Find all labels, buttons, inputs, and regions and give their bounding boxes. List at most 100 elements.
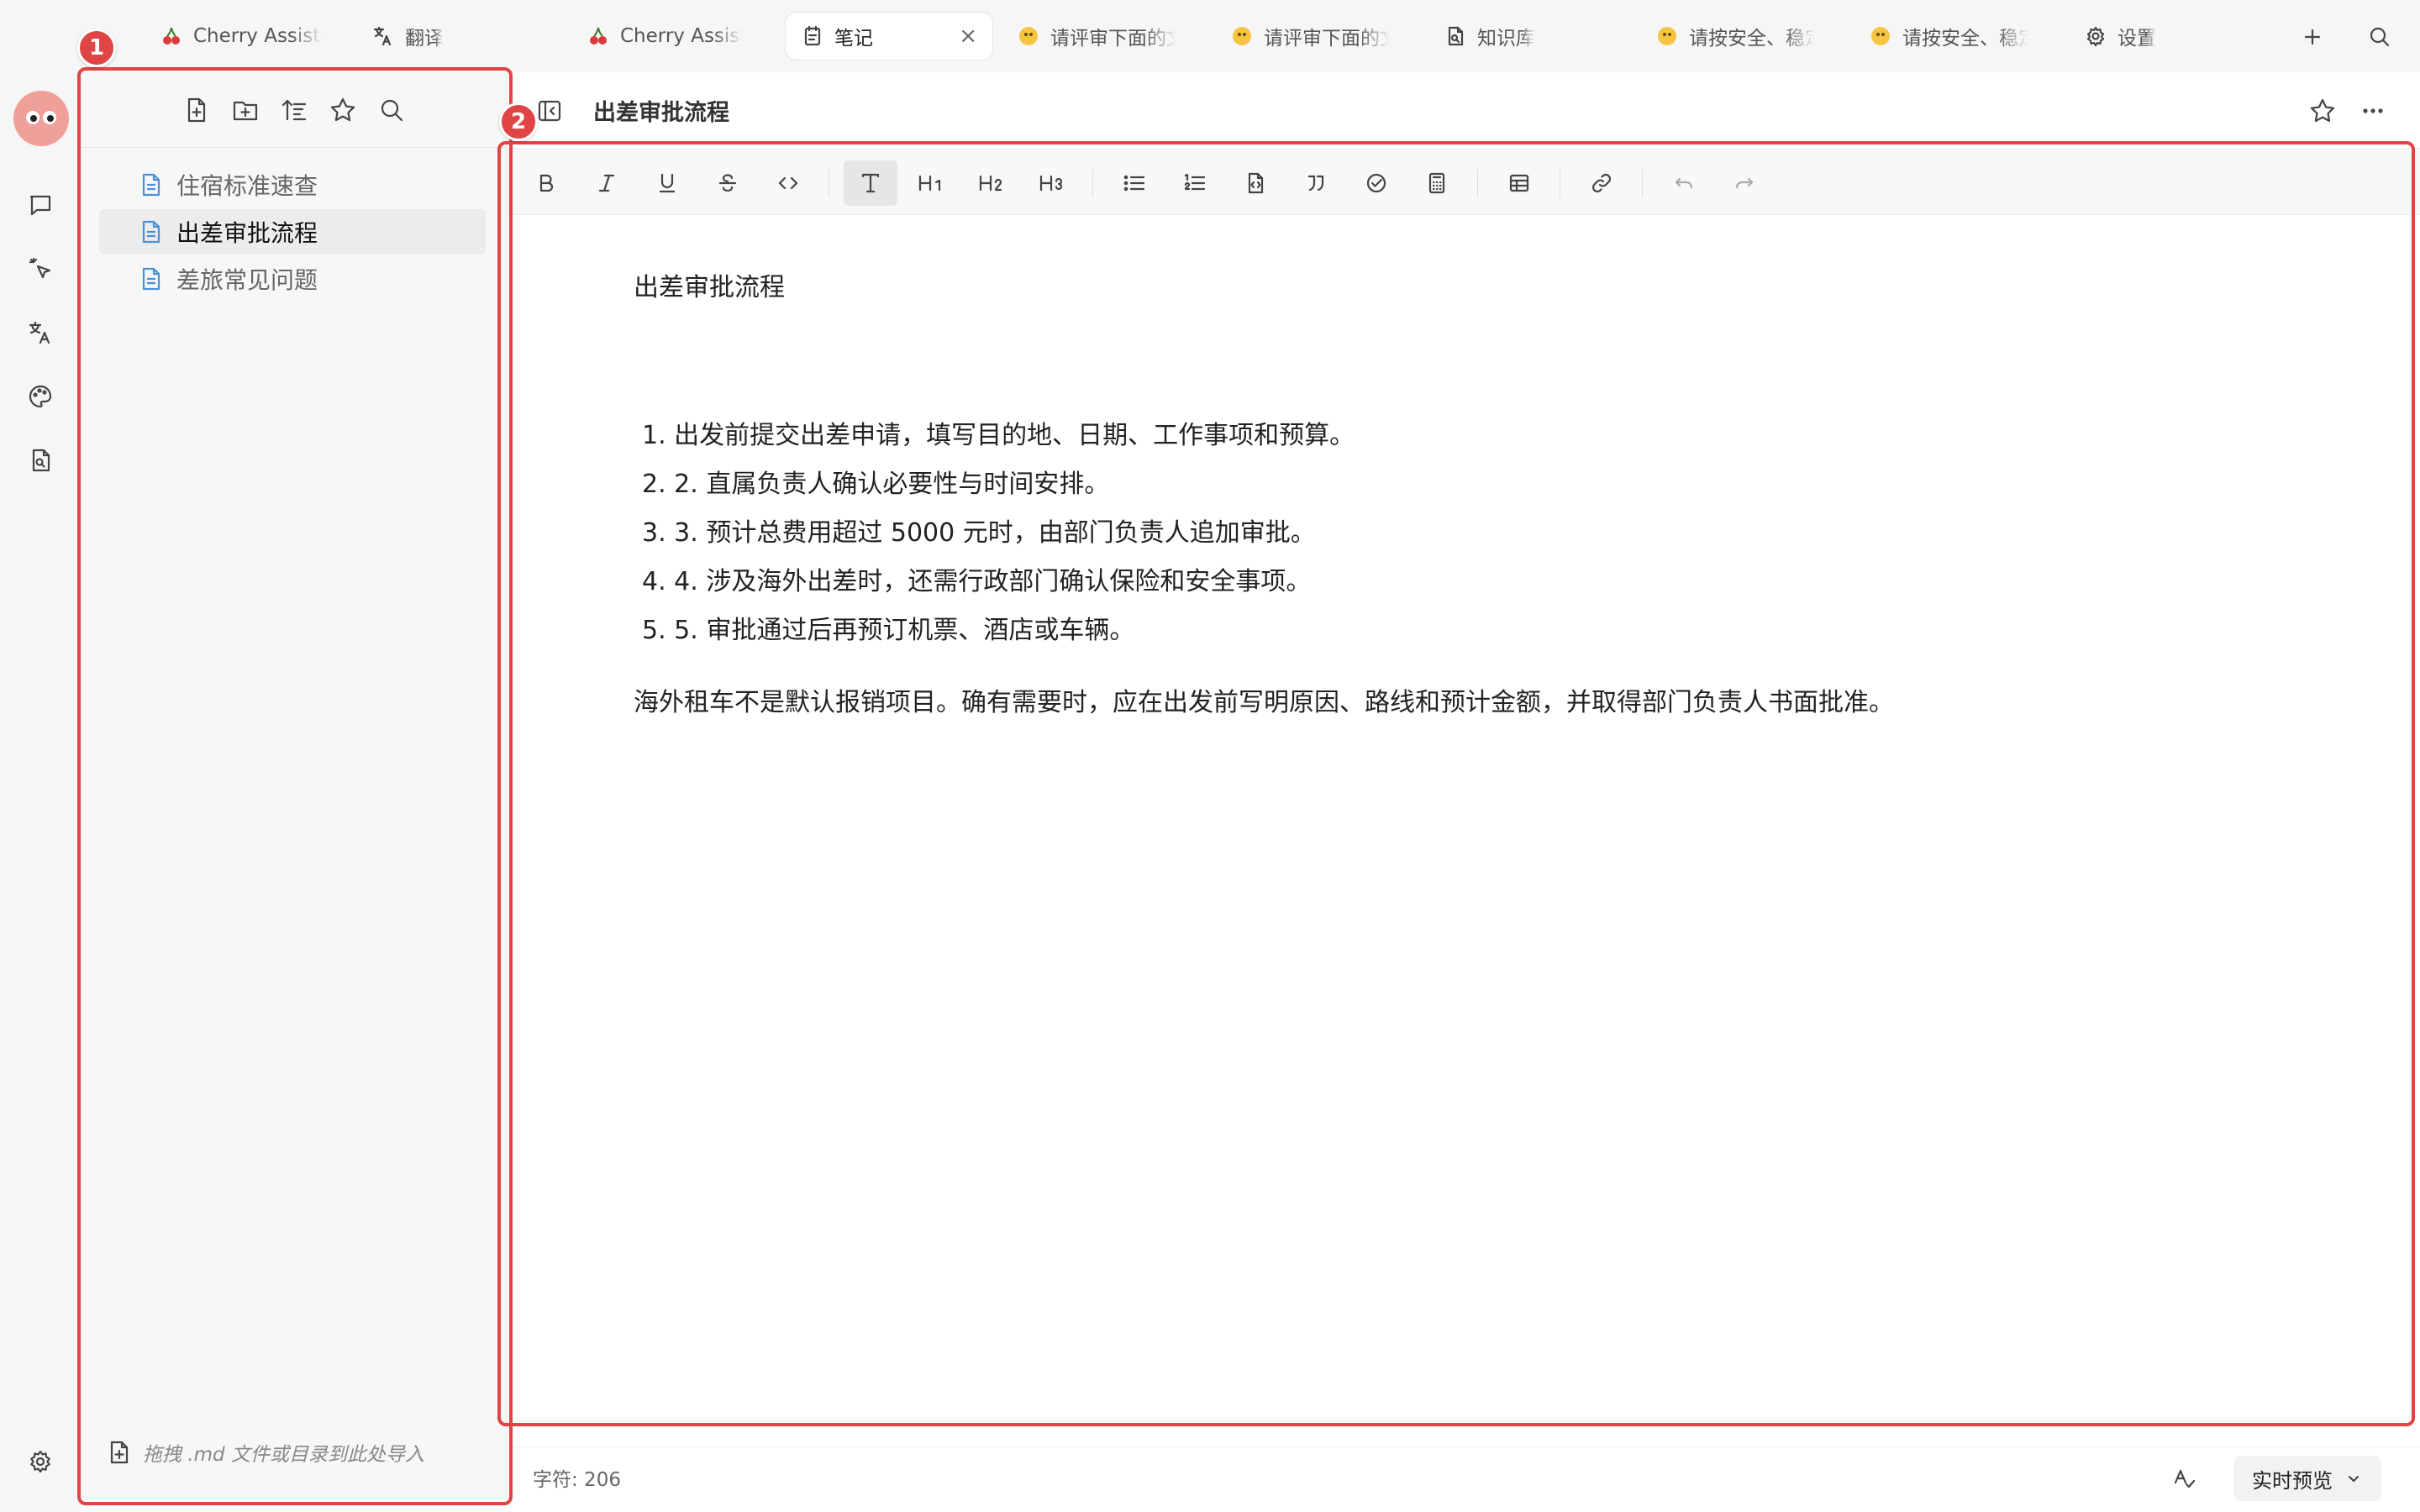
table-button[interactable] xyxy=(1492,160,1546,206)
bullet-list-button[interactable] xyxy=(1107,160,1161,206)
quote-icon xyxy=(1307,175,1324,192)
preview-mode-select[interactable]: 实时预览 xyxy=(2233,1456,2381,1501)
notes-icon xyxy=(801,24,824,48)
tab-label: Cherry Assistant xyxy=(620,25,743,47)
code-block-button[interactable] xyxy=(1228,160,1282,206)
avatar-face-icon xyxy=(26,111,56,124)
strikethrough-button[interactable] xyxy=(701,160,755,206)
chat-icon xyxy=(29,195,51,216)
list-item: 1. 出发前提交出差申请，填写目的地、日期、工作事项和预算。 xyxy=(634,412,2314,460)
tab-label: 请按安全、稳定 xyxy=(1689,28,1815,50)
tab-label: 笔记 xyxy=(834,28,873,50)
annotation-badge-1: 1 xyxy=(77,29,116,67)
document-icon xyxy=(141,173,163,197)
check-circle-icon xyxy=(1366,173,1386,193)
import-drop-zone[interactable]: 拖拽 .md 文件或目录到此处导入 xyxy=(81,1438,507,1467)
underline-button[interactable] xyxy=(640,160,694,206)
more-options-button[interactable] xyxy=(2354,92,2391,129)
tab-settings[interactable]: 设置 xyxy=(2069,12,2186,60)
tab-safety-2[interactable]: 请按安全、稳定 xyxy=(1854,12,2044,60)
note-header: 出差审批流程 xyxy=(508,72,2420,148)
sort-icon xyxy=(281,99,306,120)
heading-1-button[interactable] xyxy=(904,160,958,206)
new-folder-button[interactable] xyxy=(229,94,261,126)
list-item: 2. 2. 直属负责人确认必要性与时间安排。 xyxy=(634,460,2314,509)
cherry-icon xyxy=(587,24,610,48)
task-list-button[interactable] xyxy=(1349,160,1403,206)
global-search-button[interactable] xyxy=(2363,20,2396,54)
spellcheck-button[interactable] xyxy=(2166,1461,2203,1498)
import-hint: 拖拽 .md 文件或目录到此处导入 xyxy=(143,1444,424,1466)
new-tab-button[interactable] xyxy=(2296,20,2329,54)
heading-3-button[interactable] xyxy=(1025,160,1079,206)
knowledge-icon xyxy=(1444,24,1467,48)
tab-safety-1[interactable]: 请按安全、稳定 xyxy=(1640,12,1830,60)
list-item: 4. 4. 涉及海外出差时，还需行政部门确认保险和安全事项。 xyxy=(634,558,2314,606)
editor-content[interactable]: 出差审批流程 1. 出发前提交出差申请，填写目的地、日期、工作事项和预算。 2.… xyxy=(634,264,2314,727)
heading-2-button[interactable] xyxy=(965,160,1018,206)
translate-icon xyxy=(29,321,50,344)
plus-icon xyxy=(2304,29,2321,45)
heading-3-icon xyxy=(1039,175,1062,192)
gear-icon xyxy=(30,1450,50,1473)
gear-icon xyxy=(2084,24,2107,48)
tab-notes[interactable]: 笔记 × xyxy=(785,12,993,60)
status-bar: 字符: 206 实时预览 xyxy=(508,1446,2420,1507)
undo-button[interactable] xyxy=(1657,160,1711,206)
file-item-travel-approval[interactable]: 出差审批流程 xyxy=(99,209,486,255)
file-item-lodging-standards[interactable]: 住宿标准速查 xyxy=(99,162,486,207)
rail-translate-button[interactable] xyxy=(22,314,59,351)
sidebar-search-button[interactable] xyxy=(376,94,408,126)
blockquote-button[interactable] xyxy=(1289,160,1343,206)
link-button[interactable] xyxy=(1575,160,1628,206)
notes-sidebar: 住宿标准速查 出差审批流程 差旅常见问题 拖拽 .md 文件或目录到此处导入 xyxy=(81,72,508,1500)
tab-close-button[interactable]: × xyxy=(942,24,977,49)
calculator-icon xyxy=(1428,172,1445,194)
paragraph-button[interactable] xyxy=(844,160,897,206)
rail-settings-button[interactable] xyxy=(22,1443,59,1480)
tab-review-doc-1[interactable]: 请评审下面的文档 xyxy=(1002,12,1192,60)
table-icon xyxy=(1509,174,1529,192)
document-paragraph: 海外租车不是默认报销项目。确有需要时，应在出发前写明原因、路线和预计金额，并取得… xyxy=(634,688,1894,717)
document-icon xyxy=(141,220,163,244)
editor-toolbar xyxy=(508,148,2420,215)
rail-paint-button[interactable] xyxy=(22,378,59,415)
search-icon xyxy=(2370,27,2390,47)
file-label: 差旅常见问题 xyxy=(176,266,318,294)
chevron-down-icon xyxy=(2348,1475,2360,1483)
app-rail xyxy=(0,72,81,1512)
favorite-note-button[interactable] xyxy=(2304,92,2341,129)
ordered-list-button[interactable] xyxy=(1168,160,1222,206)
new-note-button[interactable] xyxy=(181,94,213,126)
tab-review-doc-2[interactable]: 请评审下面的文档 xyxy=(1215,12,1405,60)
bold-button[interactable] xyxy=(519,160,573,206)
list-text: 出发前提交出差申请，填写目的地、日期、工作事项和预算。 xyxy=(674,421,1355,450)
rail-chat-button[interactable] xyxy=(22,186,59,223)
toolbar-divider xyxy=(1477,169,1478,197)
document-icon xyxy=(141,267,163,291)
link-icon xyxy=(1591,173,1612,193)
math-button[interactable] xyxy=(1410,160,1464,206)
list-text: 4. 涉及海外出差时，还需行政部门确认保险和安全事项。 xyxy=(674,567,1312,596)
avatar[interactable] xyxy=(13,91,69,146)
note-title: 出差审批流程 xyxy=(593,100,729,126)
star-icon xyxy=(330,97,355,121)
tab-knowledge-base[interactable]: 知识库 xyxy=(1428,12,1588,60)
redo-button[interactable] xyxy=(1718,160,1771,206)
sort-button[interactable] xyxy=(278,94,310,126)
more-icon xyxy=(2363,108,2383,113)
rail-agents-button[interactable] xyxy=(22,250,59,287)
sidebar-collapse-icon xyxy=(538,100,561,122)
favorites-button[interactable] xyxy=(327,94,359,126)
tab-cherry-assistant-2[interactable]: Cherry Assistant xyxy=(571,12,758,60)
tab-translate[interactable]: 翻译 xyxy=(356,12,474,60)
toggle-sidebar-button[interactable] xyxy=(533,94,566,128)
palette-icon xyxy=(29,385,52,408)
document-heading: 出差审批流程 xyxy=(634,273,785,302)
rail-knowledge-button[interactable] xyxy=(22,442,59,479)
tab-cherry-assistant-1[interactable]: Cherry Assistant xyxy=(145,12,338,60)
list-text: 2. 直属负责人确认必要性与时间安排。 xyxy=(674,470,1110,499)
inline-code-button[interactable] xyxy=(761,160,815,206)
italic-button[interactable] xyxy=(580,160,634,206)
file-item-travel-faq[interactable]: 差旅常见问题 xyxy=(99,256,486,302)
